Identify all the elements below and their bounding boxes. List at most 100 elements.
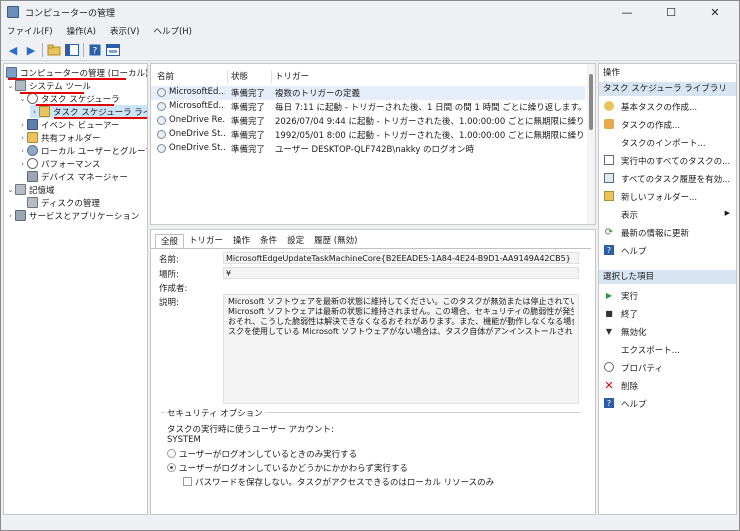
detail-tabs: 全般 トリガー 操作 条件 設定 履歴 (無効) <box>155 234 362 248</box>
help-icon[interactable]: ? <box>87 42 103 58</box>
chevron-right-icon[interactable]: › <box>18 147 27 155</box>
up-folder-icon[interactable] <box>46 42 62 58</box>
tree-item-disk-management[interactable]: ディスクの管理 <box>27 196 100 209</box>
menu-help[interactable]: ヘルプ(H) <box>153 25 192 37</box>
close-button[interactable]: ✕ <box>693 1 737 23</box>
tree-item-device-manager[interactable]: デバイス マネージャー <box>27 170 128 183</box>
name-field[interactable]: MicrosoftEdgeUpdateTaskMachineCore{B2EEA… <box>223 252 579 264</box>
event-viewer-icon <box>27 119 38 130</box>
column-divider[interactable] <box>271 70 272 84</box>
back-arrow-icon[interactable]: ◀ <box>5 42 21 58</box>
action-new-folder[interactable]: 新しいフォルダー... <box>599 189 736 203</box>
chevron-right-icon[interactable]: › <box>18 121 27 129</box>
chevron-right-icon[interactable]: › <box>18 160 27 168</box>
action-delete[interactable]: ✕ 削除 <box>599 378 736 393</box>
task-status: 準備完了 <box>231 117 266 127</box>
action-properties[interactable]: プロパティ <box>599 360 736 374</box>
tree-item-label: システム ツール <box>29 81 91 92</box>
action-disable[interactable]: ▼ 無効化 <box>599 324 736 339</box>
tree-item-performance[interactable]: › パフォーマンス <box>18 157 100 170</box>
chevron-right-icon[interactable]: › <box>6 212 15 220</box>
tree-item-storage[interactable]: ⌄ 記憶域 <box>6 183 55 196</box>
action-export[interactable]: エクスポート... <box>599 342 736 356</box>
tree-item-local-users-groups[interactable]: › ローカル ユーザーとグループ <box>18 144 148 157</box>
location-label: 場所: <box>159 270 179 280</box>
action-label: 実行 <box>621 292 639 302</box>
tab-conditions[interactable]: 条件 <box>255 234 282 248</box>
submenu-arrow-icon: ▶ <box>724 209 730 217</box>
description-field[interactable]: Microsoft ソフトウェアを最新の状態に維持してください。このタスクが無効… <box>223 294 579 404</box>
action-import-task[interactable]: タスクのインポート... <box>599 135 736 149</box>
clock-icon <box>27 93 38 104</box>
column-divider[interactable] <box>227 70 228 84</box>
tab-actions[interactable]: 操作 <box>228 234 255 248</box>
name-label: 名前: <box>159 255 179 265</box>
menu-file[interactable]: ファイル(F) <box>7 25 53 37</box>
chevron-down-icon[interactable]: ⌄ <box>6 82 15 90</box>
shared-folder-icon <box>27 132 38 143</box>
console-tree-icon[interactable] <box>64 42 80 58</box>
tab-settings[interactable]: 設定 <box>282 234 309 248</box>
minimize-button[interactable]: — <box>605 1 649 23</box>
security-options-group: セキュリティ オプション タスクの実行時に使うユーザー アカウント: SYSTE… <box>161 407 581 512</box>
actions-section-library[interactable]: タスク スケジューラ ライブラリ <box>599 82 736 96</box>
actions-section-selected[interactable]: 選択した項目 <box>599 270 736 284</box>
action-display-running-tasks[interactable]: 実行中のすべてのタスクの... <box>599 153 736 167</box>
do-not-store-password-checkbox[interactable] <box>183 477 192 486</box>
radio-run-only-logged-on[interactable] <box>167 449 176 458</box>
action-enable-task-history[interactable]: すべてのタスク履歴を有効... <box>599 171 736 185</box>
table-row[interactable]: OneDrive St... 準備完了 ユーザー DESKTOP-QLF742B… <box>151 142 585 156</box>
description-line: おそれ、こうした脆弱性は解決できなくなるおそれがあります。また、機能が動作しなく… <box>228 317 574 326</box>
action-label: 実行中のすべてのタスクの... <box>621 157 731 167</box>
action-label: 最新の情報に更新 <box>621 229 690 239</box>
action-refresh[interactable]: ⟳ 最新の情報に更新 <box>599 225 736 240</box>
maximize-button[interactable]: ☐ <box>649 1 693 23</box>
tree-item-shared-folders[interactable]: › 共有フォルダー <box>18 131 101 144</box>
forward-arrow-icon[interactable]: ▶ <box>23 42 39 58</box>
action-help-selected[interactable]: ? ヘルプ <box>599 396 736 410</box>
chevron-right-icon[interactable]: › <box>18 134 27 142</box>
tree-item-label: 記憶域 <box>29 185 55 196</box>
task-list-scrollbar[interactable] <box>587 64 595 224</box>
chevron-down-icon[interactable]: ⌄ <box>18 95 27 103</box>
chevron-right-icon[interactable]: › <box>30 108 39 116</box>
action-label: すべてのタスク履歴を有効... <box>621 175 731 185</box>
tree-item-system-tools[interactable]: ⌄ システム ツール <box>6 79 91 92</box>
tree-item-label: ローカル ユーザーとグループ <box>41 146 148 157</box>
actions-pane-title: 操作 <box>599 66 736 80</box>
tree-item-event-viewer[interactable]: › イベント ビューアー <box>18 118 119 131</box>
tab-history[interactable]: 履歴 (無効) <box>309 234 362 248</box>
chevron-down-icon[interactable]: ⌄ <box>6 186 15 194</box>
column-header-trigger[interactable]: トリガー <box>275 70 309 82</box>
action-end[interactable]: ■ 終了 <box>599 306 736 321</box>
computer-icon <box>6 67 17 78</box>
radio-run-whether-logged-on[interactable] <box>167 463 176 472</box>
tools-icon <box>15 80 26 91</box>
action-create-task[interactable]: タスクの作成... <box>599 117 736 131</box>
task-list: 名前 状態 トリガー MicrosoftEd... 準備完了 複数のトリガーの定… <box>150 63 596 225</box>
tab-triggers[interactable]: トリガー <box>184 234 228 248</box>
tree-item-services-applications[interactable]: › サービスとアプリケーション <box>6 209 139 222</box>
location-field[interactable]: ¥ <box>223 267 579 279</box>
table-row[interactable]: MicrosoftEd... 準備完了 毎日 7:11 に起動 - トリガーされ… <box>151 100 585 114</box>
column-header-status[interactable]: 状態 <box>231 70 248 82</box>
table-row[interactable]: MicrosoftEd... 準備完了 複数のトリガーの定義 <box>151 86 585 100</box>
action-create-basic-task[interactable]: 基本タスクの作成... <box>599 99 736 113</box>
tree-item-label: パフォーマンス <box>41 159 101 170</box>
scrollbar-thumb[interactable] <box>589 74 593 130</box>
tab-general[interactable]: 全般 <box>155 234 185 248</box>
table-row[interactable]: OneDrive St... 準備完了 1992/05/01 8:00 に起動 … <box>151 128 585 142</box>
action-help-library[interactable]: ? ヘルプ <box>599 243 736 257</box>
action-label: 新しいフォルダー... <box>621 193 698 203</box>
table-row[interactable]: OneDrive Re... 準備完了 2026/07/04 9:44 に起動 … <box>151 114 585 128</box>
action-pane-icon[interactable] <box>105 42 121 58</box>
window-title: コンピューターの管理 <box>25 9 116 19</box>
action-label: ヘルプ <box>621 400 647 410</box>
tree-item-label: ディスクの管理 <box>41 198 100 209</box>
action-view[interactable]: 表示 ▶ <box>599 207 736 221</box>
menu-action[interactable]: 操作(A) <box>67 25 96 37</box>
action-run[interactable]: ▶ 実行 <box>599 288 736 303</box>
menu-view[interactable]: 表示(V) <box>110 25 139 37</box>
task-trigger: ユーザー DESKTOP-QLF742B\nakky のログオン時 <box>275 145 475 155</box>
column-header-name[interactable]: 名前 <box>157 70 174 82</box>
